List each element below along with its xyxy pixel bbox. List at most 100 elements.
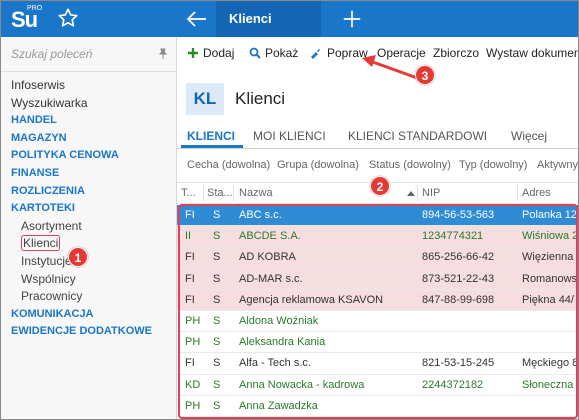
cell-nazwa: ABCDE S.A. (239, 230, 301, 243)
cell-typ: FI (185, 272, 195, 285)
grid-body: FI S ABC s.c. 894-56-53-563 Polanka 12 II S ABC… (177, 205, 579, 417)
add-button[interactable]: Dodaj (187, 46, 234, 60)
active-tab-underline (181, 145, 243, 148)
cell-nazwa: Anna Zawadzka (239, 399, 318, 412)
show-button[interactable]: Pokaż (249, 46, 298, 60)
cell-adres: Słoneczna 3 (522, 378, 579, 391)
sidebar-item-polityka-cenowa[interactable]: POLITYKA CENOWA (11, 147, 152, 165)
cell-nazwa: Alfa - Tech s.c. (239, 357, 311, 370)
collective-button[interactable]: Zbiorczo (433, 46, 479, 60)
issue-document-button[interactable]: Wystaw dokument (486, 46, 578, 60)
app-logo: Su PRO (11, 5, 42, 33)
cell-nip: 865-256-66-42 (422, 251, 495, 264)
logo-sup: PRO (27, 5, 43, 12)
filter-cecha[interactable]: Cecha (dowolna) (187, 159, 270, 171)
filter-grupa[interactable]: Grupa (dowolna) (277, 159, 359, 171)
star-icon[interactable] (57, 7, 79, 29)
sidebar-item-komunikacja[interactable]: KOMUNIKACJA (11, 306, 152, 324)
cell-nazwa: Aleksandra Kania (239, 336, 326, 349)
sidebar-item-ewidencje-dodatkowe[interactable]: EWIDENCJE DODATKOWE (11, 323, 152, 341)
window-tab-title: Klienci (229, 11, 272, 26)
sidebar-nav: Infoserwis Wyszukiwarka HANDEL MAGAZYN P… (11, 77, 152, 341)
cell-nazwa: AD-MAR s.c. (239, 272, 303, 285)
main-panel: Dodaj Pokaż Popraw Operacje Zbiorczo Wys… (177, 37, 579, 419)
table-row[interactable]: PH S Anna Zawadzka (177, 395, 578, 417)
cell-adres: Polanka 12 (522, 209, 578, 221)
sidebar-item-kartoteki[interactable]: KARTOTEKI (11, 200, 152, 218)
table-row[interactable]: KD S Anna Nowacka - kadrowa 2244372182 Słone… (177, 374, 579, 396)
cell-nip: 821-53-15-245 (422, 357, 495, 370)
pin-icon[interactable] (157, 48, 169, 60)
tab-wiecej[interactable]: Więcej (511, 129, 547, 143)
tab-moi-klienci[interactable]: MOI KLIENCI (253, 129, 326, 143)
column-separator[interactable] (417, 185, 418, 201)
app-window: Su PRO Klienci Szukaj poleceń Infoserwis … (0, 0, 579, 420)
table-row[interactable]: FI S Alfa - Tech s.c. 821-53-15-245 Męckiego… (177, 353, 579, 375)
table-row[interactable]: FI S Agencja reklamowa KSAVON 847-88-99-698… (177, 289, 578, 311)
column-header-typ[interactable]: T... (181, 187, 196, 199)
cell-typ: FI (185, 357, 195, 370)
cell-adres: Męckiego 8 (522, 357, 579, 370)
cell-typ: PH (185, 336, 201, 349)
sidebar-item-handel[interactable]: HANDEL (11, 112, 152, 130)
annotation-badge-1: 1 (68, 247, 88, 267)
table-row[interactable]: FI S AD KOBRA 865-256-66-42 Więzienna (177, 247, 578, 269)
column-separator[interactable] (517, 185, 518, 201)
logo-area: Su PRO (1, 1, 177, 37)
column-separator[interactable] (233, 185, 234, 201)
sidebar-item-wspolnicy[interactable]: Wspólnicy (11, 271, 152, 289)
page-title: Klienci (235, 89, 286, 108)
sidebar-item-finanse[interactable]: FINANSE (11, 165, 152, 183)
cell-status: S (213, 293, 221, 306)
sidebar-item-rozliczenia[interactable]: ROZLICZENIA (11, 183, 152, 201)
column-header-nip[interactable]: NIP (422, 187, 440, 199)
cell-status: S (213, 272, 221, 285)
sidebar-item-pracownicy[interactable]: Pracownicy (11, 288, 152, 306)
column-header-status[interactable]: Sta... (207, 187, 233, 199)
cell-typ: PH (185, 314, 201, 327)
cell-typ: KD (185, 378, 201, 391)
filter-status[interactable]: Status (dowolny) (369, 159, 451, 171)
tab-klienci[interactable]: KLIENCI (187, 129, 235, 143)
cell-nazwa: Agencja reklamowa KSAVON (239, 293, 384, 306)
sidebar-item-infoserwis[interactable]: Infoserwis (11, 77, 152, 95)
cell-nazwa: Aldona Woźniak (239, 314, 319, 327)
sort-ascending-icon (407, 191, 415, 196)
column-header-adres[interactable]: Adres (522, 187, 551, 199)
cell-status: S (213, 314, 221, 327)
cell-nip: 894-56-53-563 (422, 209, 495, 221)
search-icon (249, 47, 261, 59)
cell-adres: Romanowsk (522, 272, 579, 285)
new-tab-plus-icon[interactable] (341, 8, 363, 30)
table-row[interactable]: FI S ABC s.c. 894-56-53-563 Polanka 12 (177, 205, 578, 227)
sidebar-item-klienci-label: Klienci (21, 235, 61, 252)
back-arrow-icon[interactable] (185, 7, 209, 31)
annotation-badge-3: 3 (415, 65, 435, 85)
tab-klienci-standardowi[interactable]: KLIENCI STANDARDOWI (348, 129, 487, 143)
table-row[interactable]: II S ABCDE S.A. 1234774321 Wiśniowa 2 (177, 226, 578, 248)
cell-typ: II (185, 230, 192, 243)
cell-typ: PH (185, 399, 201, 412)
filter-aktywny[interactable]: Aktywny (537, 159, 578, 171)
cell-nip: 847-88-99-698 (422, 293, 495, 306)
cell-nazwa: AD KOBRA (239, 251, 296, 264)
cell-status: S (213, 378, 221, 391)
cell-typ: FI (185, 293, 195, 306)
cell-nazwa: Anna Nowacka - kadrowa (239, 378, 365, 391)
sidebar-item-wyszukiwarka[interactable]: Wyszukiwarka (11, 95, 152, 113)
cell-adres: Piękna 44/ (522, 293, 574, 306)
column-header-nazwa[interactable]: Nazwa (239, 187, 273, 199)
table-row[interactable]: PH S Aleksandra Kania (177, 332, 578, 354)
cell-typ: FI (185, 251, 195, 264)
cell-status: S (213, 336, 221, 349)
sidebar-item-asortyment[interactable]: Asortyment (11, 218, 152, 236)
cell-status: S (213, 209, 221, 221)
table-row[interactable]: FI S AD-MAR s.c. 873-521-22-43 Romanowsk (177, 268, 579, 290)
filter-typ[interactable]: Typ (dowolny) (459, 159, 527, 171)
sidebar-item-magazyn[interactable]: MAGAZYN (11, 130, 152, 148)
cell-nip: 2244372182 (422, 378, 484, 391)
search-input[interactable]: Szukaj poleceń (11, 47, 167, 65)
table-row[interactable]: PH S Aldona Woźniak (177, 310, 578, 333)
cell-nip: 1234774321 (422, 230, 484, 243)
column-separator[interactable] (203, 185, 204, 201)
